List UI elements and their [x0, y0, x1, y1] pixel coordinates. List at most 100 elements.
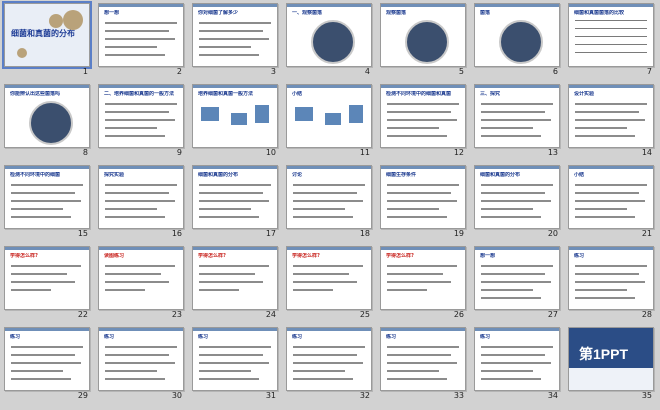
text-line — [293, 200, 363, 202]
text-line — [105, 281, 169, 283]
slide-preview[interactable]: 练习 — [98, 327, 184, 391]
text-line — [481, 297, 541, 299]
slide-preview[interactable]: 检测不同环境中的细菌和真菌 — [380, 84, 466, 148]
slide-preview[interactable]: 学得怎么样? — [380, 246, 466, 310]
slide-preview[interactable]: 小结 — [286, 84, 372, 148]
slide-preview[interactable]: 设计实验 — [568, 84, 654, 148]
text-line — [481, 135, 541, 137]
slide-preview[interactable]: 第1PPT — [568, 327, 654, 391]
slide-preview[interactable]: 讨论 — [286, 165, 372, 229]
slide-thumbnail[interactable]: 第1PPT 35 — [564, 324, 658, 405]
slide-title: 小结 — [292, 91, 303, 97]
slide-title: 菌落 — [480, 10, 491, 16]
slide-header-bar — [99, 85, 183, 88]
slide-thumbnail[interactable]: 练习 33 — [376, 324, 470, 405]
slide-thumbnail[interactable]: 培养细菌和真菌一般方法 10 — [188, 81, 282, 162]
slide-preview[interactable]: 你对细菌了解多少 — [192, 3, 278, 67]
text-line — [481, 346, 553, 348]
slide-header-bar — [475, 85, 559, 88]
slide-preview[interactable]: 练习 — [286, 327, 372, 391]
slide-thumbnail[interactable]: 练习 34 — [470, 324, 564, 405]
slide-preview[interactable]: 练习 — [474, 327, 560, 391]
slide-thumbnail[interactable]: 菌落 6 — [470, 0, 564, 81]
slide-thumbnail[interactable]: 你能辨认出这些菌落吗 8 — [0, 81, 94, 162]
slide-preview[interactable]: 读图练习 — [98, 246, 184, 310]
text-line — [387, 119, 457, 121]
slide-preview[interactable]: 练习 — [380, 327, 466, 391]
slide-thumbnail[interactable]: 练习 30 — [94, 324, 188, 405]
slide-preview[interactable]: 细菌和真菌的分布 — [474, 165, 560, 229]
slide-preview[interactable]: 学得怎么样? — [192, 246, 278, 310]
slide-preview[interactable]: 细菌和真菌的分布 — [192, 165, 278, 229]
slide-preview[interactable]: 你能辨认出这些菌落吗 — [4, 84, 90, 148]
slide-preview[interactable]: 学得怎么样? — [4, 246, 90, 310]
text-line — [387, 127, 439, 129]
slide-thumbnail[interactable]: 小结 11 — [282, 81, 376, 162]
text-line — [105, 184, 177, 186]
text-line — [481, 281, 551, 283]
slide-preview[interactable]: 学得怎么样? — [286, 246, 372, 310]
slide-preview[interactable]: 探究实验 — [98, 165, 184, 229]
slide-number: 3 — [270, 67, 276, 76]
slide-thumbnail[interactable]: 小结 21 — [564, 162, 658, 243]
slide-thumbnail[interactable]: 细菌和真菌菌落的比较 7 — [564, 0, 658, 81]
slide-preview[interactable]: 细菌和真菌菌落的比较 — [568, 3, 654, 67]
slide-title: 培养细菌和真菌一般方法 — [198, 91, 254, 97]
slide-preview[interactable]: 细菌和真菌的分布 — [2, 1, 92, 69]
slide-header-bar — [99, 4, 183, 7]
slide-thumbnail[interactable]: 读图练习 23 — [94, 243, 188, 324]
slide-thumbnail[interactable]: 练习 32 — [282, 324, 376, 405]
slide-thumbnail[interactable]: 二、培养细菌和真菌的一般方法 9 — [94, 81, 188, 162]
slide-thumbnail[interactable]: 细菌和真菌的分布 1 — [0, 0, 94, 81]
slide-header-bar — [193, 328, 277, 331]
slide-title: 练习 — [386, 334, 397, 340]
slide-thumbnail[interactable]: 检测不同环境中的细菌 15 — [0, 162, 94, 243]
slide-thumbnail[interactable]: 细菌和真菌的分布 17 — [188, 162, 282, 243]
slide-thumbnail[interactable]: 检测不同环境中的细菌和真菌 12 — [376, 81, 470, 162]
slide-preview[interactable]: 一、观察菌落 — [286, 3, 372, 67]
text-line — [11, 281, 75, 283]
slide-thumbnail[interactable]: 想一想 2 — [94, 0, 188, 81]
slide-preview[interactable]: 菌落 — [474, 3, 560, 67]
slide-thumbnail[interactable]: 你对细菌了解多少 3 — [188, 0, 282, 81]
slide-preview[interactable]: 三、探究 — [474, 84, 560, 148]
text-line — [387, 289, 427, 291]
slide-number: 17 — [265, 229, 276, 238]
slide-thumbnail[interactable]: 练习 28 — [564, 243, 658, 324]
slide-preview[interactable]: 二、培养细菌和真菌的一般方法 — [98, 84, 184, 148]
slide-preview[interactable]: 练习 — [568, 246, 654, 310]
slide-thumbnail[interactable]: 探究实验 16 — [94, 162, 188, 243]
text-line — [11, 289, 51, 291]
slide-header-bar — [193, 85, 277, 88]
slide-preview[interactable]: 想一想 — [474, 246, 560, 310]
slide-thumbnail[interactable]: 讨论 18 — [282, 162, 376, 243]
slide-thumbnail[interactable]: 观察菌落 5 — [376, 0, 470, 81]
slide-thumbnail[interactable]: 学得怎么样? 22 — [0, 243, 94, 324]
slide-number: 14 — [641, 148, 652, 157]
slide-preview[interactable]: 练习 — [192, 327, 278, 391]
slide-thumbnail[interactable]: 学得怎么样? 26 — [376, 243, 470, 324]
slide-thumbnail[interactable]: 练习 29 — [0, 324, 94, 405]
slide-preview[interactable]: 观察菌落 — [380, 3, 466, 67]
slide-preview[interactable]: 想一想 — [98, 3, 184, 67]
text-line — [575, 184, 647, 186]
text-line — [199, 265, 269, 267]
slide-thumbnail[interactable]: 一、观察菌落 4 — [282, 0, 376, 81]
slide-thumbnail[interactable]: 三、探究 13 — [470, 81, 564, 162]
slide-preview[interactable]: 练习 — [4, 327, 90, 391]
slide-thumbnail[interactable]: 细菌生存条件 19 — [376, 162, 470, 243]
slide-preview[interactable]: 小结 — [568, 165, 654, 229]
slide-thumbnail[interactable]: 细菌和真菌的分布 20 — [470, 162, 564, 243]
text-line — [105, 265, 175, 267]
slide-thumbnail[interactable]: 学得怎么样? 25 — [282, 243, 376, 324]
slide-preview[interactable]: 检测不同环境中的细菌 — [4, 165, 90, 229]
diagram-shape — [201, 107, 219, 121]
slide-preview[interactable]: 培养细菌和真菌一般方法 — [192, 84, 278, 148]
slide-preview[interactable]: 细菌生存条件 — [380, 165, 466, 229]
slide-thumbnail[interactable]: 学得怎么样? 24 — [188, 243, 282, 324]
slide-thumbnail[interactable]: 练习 31 — [188, 324, 282, 405]
text-line — [199, 378, 259, 380]
slide-thumbnail[interactable]: 想一想 27 — [470, 243, 564, 324]
text-line — [199, 281, 263, 283]
slide-thumbnail[interactable]: 设计实验 14 — [564, 81, 658, 162]
